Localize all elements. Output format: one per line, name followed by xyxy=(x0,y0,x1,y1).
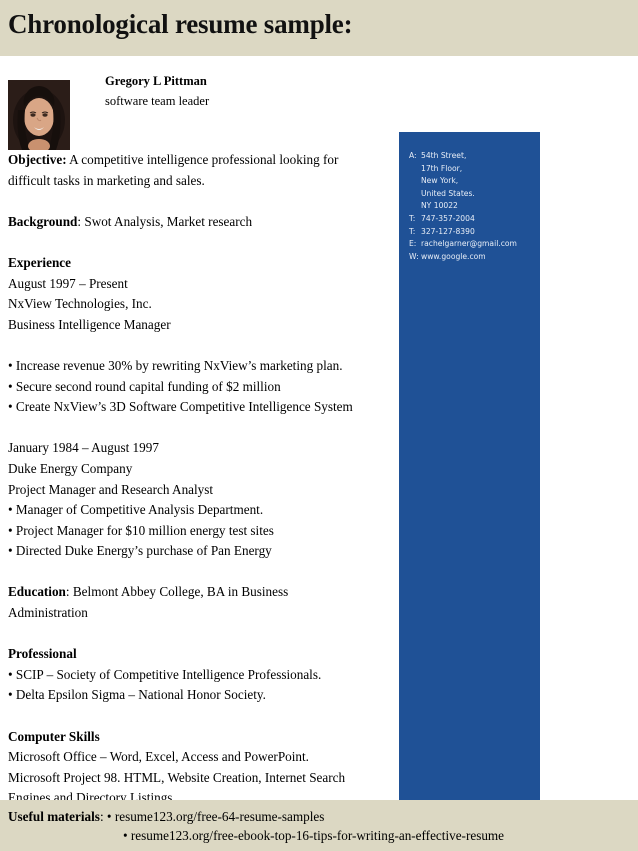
contact-card: A: 54th Street, 17th Floor, New York, Un… xyxy=(399,132,540,843)
contact-row-phone-1[interactable]: T: 747-357-2004 xyxy=(409,213,537,226)
contact-row-address-3: New York, xyxy=(409,175,537,188)
resume-sheet: Gregory L Pittman software team leader O… xyxy=(0,56,638,843)
job-2-bullet-1: • Manager of Competitive Analysis Depart… xyxy=(8,502,264,518)
footer-link-1[interactable]: • resume123.org/free-64-resume-samples xyxy=(107,809,325,824)
education-line-2: Administration xyxy=(8,605,88,621)
resume-body: Objective: A competitive intelligence pr… xyxy=(8,150,388,809)
job-1-company: NxView Technologies, Inc. xyxy=(8,296,152,312)
contact-key-address: A: xyxy=(409,151,417,160)
footer-band: Useful materials: • resume123.org/free-6… xyxy=(0,800,638,851)
job-2-company: Duke Energy Company xyxy=(8,460,133,476)
experience-job-1: August 1997 – Present NxView Technologie… xyxy=(8,274,388,418)
computer-skills-heading: Computer Skills xyxy=(8,728,100,744)
footer-label: Useful materials xyxy=(8,809,100,824)
job-2-bullet-2: • Project Manager for $10 million energy… xyxy=(8,522,274,538)
objective-line-2: difficult tasks in marketing and sales. xyxy=(8,172,205,188)
contact-row-address-2: 17th Floor, xyxy=(409,163,537,176)
objective-label: Objective: xyxy=(8,152,67,167)
education-text-1: Belmont Abbey College, BA in Business xyxy=(72,584,289,600)
contact-row-address-5: NY 10022 xyxy=(409,200,537,213)
computer-skills-line-1: Microsoft Office – Word, Excel, Access a… xyxy=(8,749,309,765)
job-1-role: Business Intelligence Manager xyxy=(8,316,171,332)
education-separator: : xyxy=(65,584,70,600)
section-computer-skills: Computer Skills Microsoft Office – Word,… xyxy=(8,727,388,809)
contact-value-phone-2[interactable]: 327-127-8390 xyxy=(421,226,537,239)
job-1-bullet-3: • Create NxView’s 3D Software Competitiv… xyxy=(8,399,353,415)
contact-key-phone: T: xyxy=(409,226,416,236)
section-background: Background: Swot Analysis, Market resear… xyxy=(8,212,388,233)
computer-skills-line-2: Microsoft Project 98. HTML, Website Crea… xyxy=(8,769,346,785)
background-separator: : xyxy=(77,213,82,229)
section-objective: Objective: A competitive intelligence pr… xyxy=(8,150,388,191)
contact-row-address-1: A: 54th Street, xyxy=(409,150,537,163)
footer-link-2[interactable]: • resume123.org/free-ebook-top-16-tips-f… xyxy=(123,828,504,843)
contact-value-country: United States. xyxy=(421,188,475,198)
contact-row-address-4: United States. xyxy=(409,188,537,201)
section-education: Education: Belmont Abbey College, BA in … xyxy=(8,582,388,623)
header-band: Chronological resume sample: xyxy=(0,0,638,56)
contact-key-email: E: xyxy=(409,239,417,249)
contact-value-phone-1[interactable]: 747-357-2004 xyxy=(421,213,537,226)
objective-line-1: Objective: A competitive intelligence pr… xyxy=(8,150,388,171)
job-1-bullet-2: • Secure second round capital funding of… xyxy=(8,378,281,394)
education-label: Education xyxy=(8,584,66,600)
contact-row-phone-2[interactable]: T: 327-127-8390 xyxy=(409,226,537,239)
job-2-role: Project Manager and Research Analyst xyxy=(8,481,214,497)
contact-key-website: W: xyxy=(409,251,419,261)
contact-list: A: 54th Street, 17th Floor, New York, Un… xyxy=(409,150,537,263)
portrait-illustration xyxy=(8,80,70,150)
contact-value-website[interactable]: www.google.com xyxy=(421,251,537,264)
section-experience: Experience August 1997 – Present NxView … xyxy=(8,253,388,562)
contact-key-phone: T: xyxy=(409,213,416,223)
candidate-photo xyxy=(8,80,70,150)
candidate-name: Gregory L Pittman xyxy=(105,74,207,88)
professional-bullet-1: • SCIP – Society of Competitive Intellig… xyxy=(8,666,322,682)
job-1-dates: August 1997 – Present xyxy=(8,275,128,291)
background-text: Swot Analysis, Market research xyxy=(84,213,253,229)
experience-job-2: January 1984 – August 1997 Duke Energy C… xyxy=(8,438,388,562)
job-2-bullet-3: • Directed Duke Energy’s purchase of Pan… xyxy=(8,543,272,559)
candidate-job-title: software team leader xyxy=(105,94,210,108)
contact-value-street: 54th Street, xyxy=(421,151,467,160)
contact-value-floor: 17th Floor, xyxy=(421,163,463,173)
section-professional: Professional • SCIP – Society of Competi… xyxy=(8,644,388,706)
footer-primary-line: Useful materials: • resume123.org/free-6… xyxy=(8,807,324,827)
contact-value-email[interactable]: rachelgarner@gmail.com xyxy=(421,238,537,251)
job-1-bullet-1: • Increase revenue 30% by rewriting NxVi… xyxy=(8,357,343,373)
experience-heading: Experience xyxy=(8,254,71,270)
background-label: Background xyxy=(8,213,78,229)
contact-row-email[interactable]: E: rachelgarner@gmail.com xyxy=(409,238,537,251)
candidate-identity: Gregory L Pittman software team leader xyxy=(105,71,385,111)
job-2-dates: January 1984 – August 1997 xyxy=(8,440,159,456)
professional-heading: Professional xyxy=(8,646,77,662)
background-line: Background: Swot Analysis, Market resear… xyxy=(8,212,388,233)
objective-text-1: A competitive intelligence professional … xyxy=(69,152,339,167)
contact-value-city: New York, xyxy=(421,176,459,186)
education-line-1: Education: Belmont Abbey College, BA in … xyxy=(8,582,388,603)
contact-value-zip: NY 10022 xyxy=(421,201,458,211)
footer-secondary-line: • resume123.org/free-ebook-top-16-tips-f… xyxy=(123,826,504,846)
professional-bullet-2: • Delta Epsilon Sigma – National Honor S… xyxy=(8,687,266,703)
contact-row-website[interactable]: W: www.google.com xyxy=(409,251,537,264)
page-title: Chronological resume sample: xyxy=(8,9,353,39)
footer-separator: : xyxy=(99,809,104,824)
